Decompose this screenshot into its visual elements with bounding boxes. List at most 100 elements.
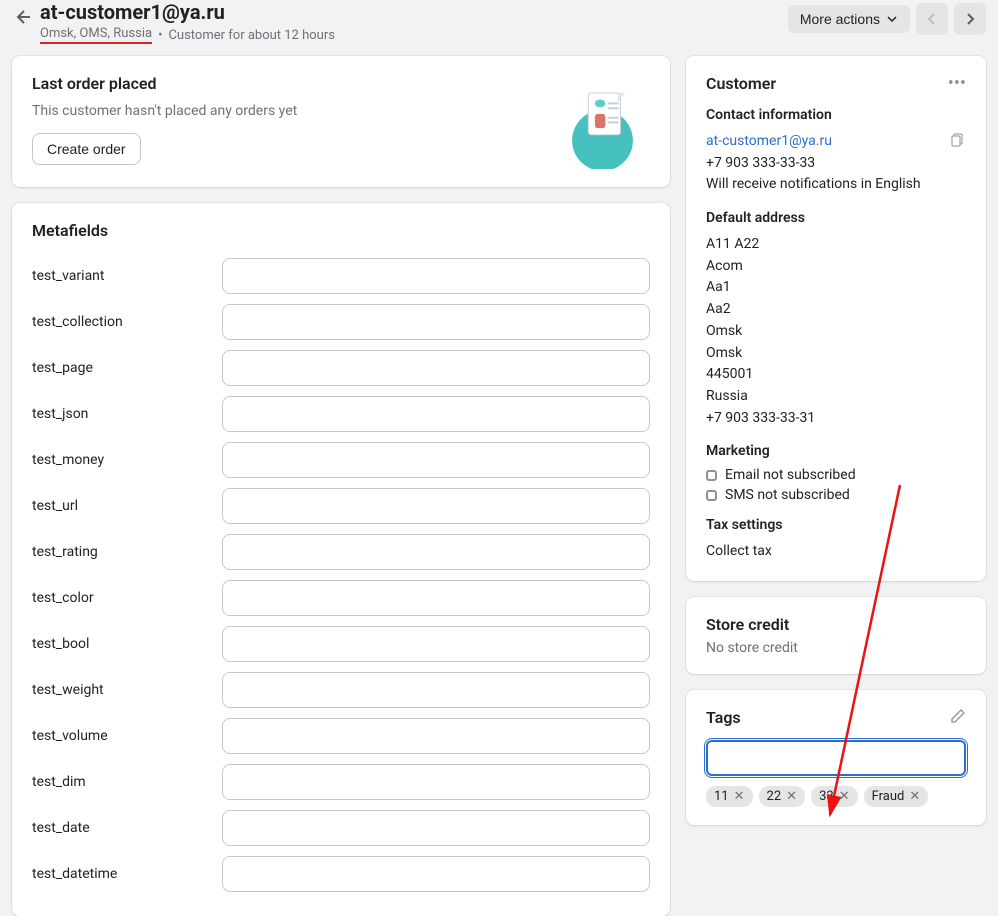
chevron-right-icon xyxy=(963,12,977,26)
tags-heading: Tags xyxy=(706,708,741,727)
metafield-input[interactable] xyxy=(222,856,650,892)
pencil-icon[interactable] xyxy=(950,708,966,728)
store-credit-heading: Store credit xyxy=(706,615,966,634)
address-line: A11 A22 xyxy=(706,234,966,256)
metafield-row: test_color xyxy=(32,580,650,616)
metafield-input[interactable] xyxy=(222,580,650,616)
page-title: at-customer1@ya.ru xyxy=(40,0,788,24)
metafield-label: test_dim xyxy=(32,774,222,790)
address-line: Omsk xyxy=(706,343,966,365)
metafield-row: test_datetime xyxy=(32,856,650,892)
customer-card: Customer ••• Contact information at-cust… xyxy=(686,56,986,581)
address-line: +7 903 333-33-31 xyxy=(706,408,966,430)
metafield-row: test_bool xyxy=(32,626,650,662)
metafield-label: test_money xyxy=(32,452,222,468)
prev-button[interactable] xyxy=(916,3,948,35)
metafield-input[interactable] xyxy=(222,626,650,662)
contact-info-heading: Contact information xyxy=(706,107,966,123)
metafield-row: test_money xyxy=(32,442,650,478)
address-line: 445001 xyxy=(706,364,966,386)
status-dot-icon xyxy=(706,490,717,501)
metafield-input[interactable] xyxy=(222,534,650,570)
address-line: Aa1 xyxy=(706,277,966,299)
address-line: Omsk xyxy=(706,321,966,343)
metafield-row: test_url xyxy=(32,488,650,524)
metafield-row: test_weight xyxy=(32,672,650,708)
clipboard-icon[interactable] xyxy=(950,132,966,152)
metafield-input[interactable] xyxy=(222,258,650,294)
last-order-card: Last order placed This customer hasn't p… xyxy=(12,56,670,187)
metafield-row: test_variant xyxy=(32,258,650,294)
metafield-label: test_url xyxy=(32,498,222,514)
metafield-label: test_color xyxy=(32,590,222,606)
store-credit-text: No store credit xyxy=(706,640,966,656)
default-address-heading: Default address xyxy=(706,210,966,226)
metafields-heading: Metafields xyxy=(12,203,670,258)
metafield-row: test_json xyxy=(32,396,650,432)
tag-label: 22 xyxy=(767,789,782,804)
metafield-input[interactable] xyxy=(222,304,650,340)
tag-remove-icon[interactable]: ✕ xyxy=(786,789,797,804)
metafield-input[interactable] xyxy=(222,396,650,432)
customer-email[interactable]: at-customer1@ya.ru xyxy=(706,131,832,153)
metafield-row: test_page xyxy=(32,350,650,386)
tags-input[interactable] xyxy=(706,740,966,776)
metafield-input[interactable] xyxy=(222,442,650,478)
tag-remove-icon[interactable]: ✕ xyxy=(734,789,745,804)
customer-duration: Customer for about 12 hours xyxy=(168,28,335,43)
metafield-row: test_volume xyxy=(32,718,650,754)
back-arrow-icon[interactable] xyxy=(12,7,32,27)
tag-chip: 11 ✕ xyxy=(706,786,753,807)
tag-chip: 33 ✕ xyxy=(811,786,858,807)
last-order-heading: Last order placed xyxy=(32,74,297,93)
status-dot-icon xyxy=(706,470,717,481)
metafield-label: test_variant xyxy=(32,268,222,284)
metafield-label: test_page xyxy=(32,360,222,376)
create-order-button[interactable]: Create order xyxy=(32,133,141,165)
tag-label: 11 xyxy=(714,789,729,804)
customer-heading: Customer xyxy=(706,74,776,93)
last-order-empty-text: This customer hasn't placed any orders y… xyxy=(32,103,297,119)
chevron-left-icon xyxy=(925,12,939,26)
metafield-input[interactable] xyxy=(222,672,650,708)
metafield-label: test_bool xyxy=(32,636,222,652)
metafield-input[interactable] xyxy=(222,488,650,524)
tag-remove-icon[interactable]: ✕ xyxy=(909,789,920,804)
store-credit-card: Store credit No store credit xyxy=(686,597,986,674)
tax-line: Collect tax xyxy=(706,541,966,563)
metafield-label: test_weight xyxy=(32,682,222,698)
metafield-row: test_dim xyxy=(32,764,650,800)
chevron-down-icon xyxy=(886,13,898,25)
tag-chip: 22 ✕ xyxy=(759,786,806,807)
metafield-input[interactable] xyxy=(222,764,650,800)
metafield-input[interactable] xyxy=(222,718,650,754)
metafields-card: Metafields test_variant test_collectionte… xyxy=(12,203,670,916)
metafield-label: test_date xyxy=(32,820,222,836)
metafield-row: test_rating xyxy=(32,534,650,570)
tag-label: Fraud xyxy=(872,789,905,804)
customer-location: Omsk, OMS, Russia xyxy=(40,26,152,44)
next-button[interactable] xyxy=(954,3,986,35)
metafield-label: test_json xyxy=(32,406,222,422)
metafield-label: test_collection xyxy=(32,314,222,330)
metafield-label: test_rating xyxy=(32,544,222,560)
metafield-row: test_collection xyxy=(32,304,650,340)
order-illustration-icon xyxy=(555,74,650,169)
tag-remove-icon[interactable]: ✕ xyxy=(839,789,850,804)
metafield-row: test_date xyxy=(32,810,650,846)
customer-notif-lang: Will receive notifications in English xyxy=(706,174,966,196)
address-line: Acom xyxy=(706,256,966,278)
tag-label: 33 xyxy=(819,789,834,804)
metafield-input[interactable] xyxy=(222,350,650,386)
customer-phone: +7 903 333-33-33 xyxy=(706,153,966,175)
marketing-heading: Marketing xyxy=(706,443,966,459)
more-dots-icon[interactable]: ••• xyxy=(948,75,966,93)
metafield-label: test_volume xyxy=(32,728,222,744)
tax-settings-heading: Tax settings xyxy=(706,517,966,533)
metafield-input[interactable] xyxy=(222,810,650,846)
more-actions-button[interactable]: More actions xyxy=(788,5,910,33)
metafield-label: test_datetime xyxy=(32,866,222,882)
tags-card: Tags 11 ✕ 22 ✕ 33 ✕ Fraud ✕ xyxy=(686,690,986,825)
address-line: Aa2 xyxy=(706,299,966,321)
marketing-status-line: SMS not subscribed xyxy=(706,487,966,503)
